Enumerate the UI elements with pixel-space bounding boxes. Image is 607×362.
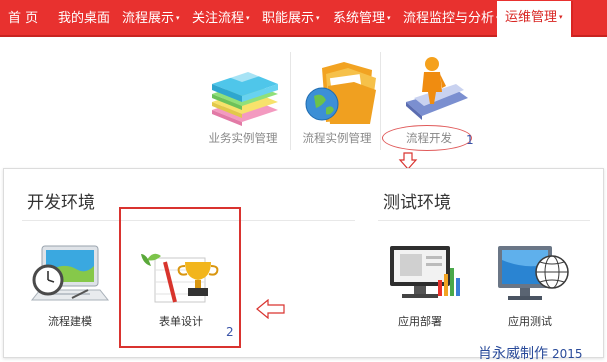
nav-item-followed-process[interactable]: 关注流程 ▾ xyxy=(192,0,250,37)
tool-label: 应用部署 xyxy=(398,315,442,328)
nav-item-label: 职能展示 xyxy=(262,11,315,26)
tool-process-modeling[interactable]: 流程建模 xyxy=(22,240,118,332)
highlight-box xyxy=(119,207,241,348)
step-number: 2 xyxy=(226,325,234,339)
nav-item-my-desktop[interactable]: 我的桌面 xyxy=(58,0,110,37)
divider xyxy=(380,52,381,150)
nav-item-operations-management[interactable]: 运维管理 ▾ xyxy=(497,1,573,37)
top-nav-bar: 首 页 我的桌面 流程展示 ▾ 关注流程 ▾ 职能展示 ▾ 系统管理 ▾ 流程监控与分析… xyxy=(0,0,607,37)
process-development-icon xyxy=(406,57,468,120)
tool-label: 应用测试 xyxy=(508,315,552,328)
nav-item-label: 我的桌面 xyxy=(58,11,111,26)
chevron-down-icon: ▾ xyxy=(559,13,563,21)
chevron-down-icon: ▾ xyxy=(387,14,391,22)
nav-item-system-management[interactable]: 系统管理 ▾ xyxy=(333,0,391,37)
app-test-icon xyxy=(498,246,569,300)
tool-app-deploy[interactable]: 应用部署 xyxy=(372,240,468,332)
chevron-down-icon: ▾ xyxy=(246,14,250,22)
step-number: 1 xyxy=(466,133,474,147)
business-instance-icon xyxy=(212,64,278,126)
module-process-instance-management[interactable]: 流程实例管理 xyxy=(292,52,382,152)
year-text: 2015 xyxy=(552,347,583,361)
nav-item-process-display[interactable]: 流程展示 ▾ xyxy=(122,0,180,37)
nav-item-label: 系统管理 xyxy=(333,11,386,26)
chevron-down-icon: ▾ xyxy=(316,14,320,22)
nav-item-function-display[interactable]: 职能展示 ▾ xyxy=(262,0,320,37)
chevron-down-icon: ▾ xyxy=(176,14,180,22)
nav-item-label: 关注流程 xyxy=(192,11,245,26)
author-text: 肖永威制作 xyxy=(478,346,548,362)
module-label: 业务实例管理 xyxy=(208,131,278,145)
divider xyxy=(378,220,590,221)
module-label: 流程实例管理 xyxy=(302,131,372,145)
test-section-title: 测试环境 xyxy=(383,193,451,213)
divider xyxy=(290,52,291,150)
nav-item-label: 首 页 xyxy=(8,11,39,26)
highlight-ellipse xyxy=(382,125,472,151)
nav-item-label: 运维管理 xyxy=(505,10,558,25)
app-deploy-icon xyxy=(390,246,460,298)
arrow-left-icon xyxy=(256,299,285,319)
footer-credit: 肖永威制作 2015 xyxy=(478,343,583,362)
nav-item-label: 流程监控与分析 xyxy=(403,11,495,26)
nav-item-home[interactable]: 首 页 xyxy=(8,0,38,37)
nav-item-process-monitoring[interactable]: 流程监控与分析▾ xyxy=(403,0,500,37)
process-modeling-icon xyxy=(30,245,110,301)
tool-label: 流程建模 xyxy=(48,315,92,328)
module-business-instance-management[interactable]: 业务实例管理 xyxy=(198,52,288,152)
tool-app-test[interactable]: 应用测试 xyxy=(482,240,578,332)
process-instance-icon xyxy=(305,62,376,124)
nav-item-label: 流程展示 xyxy=(122,11,175,26)
dev-section-title: 开发环境 xyxy=(27,193,95,213)
